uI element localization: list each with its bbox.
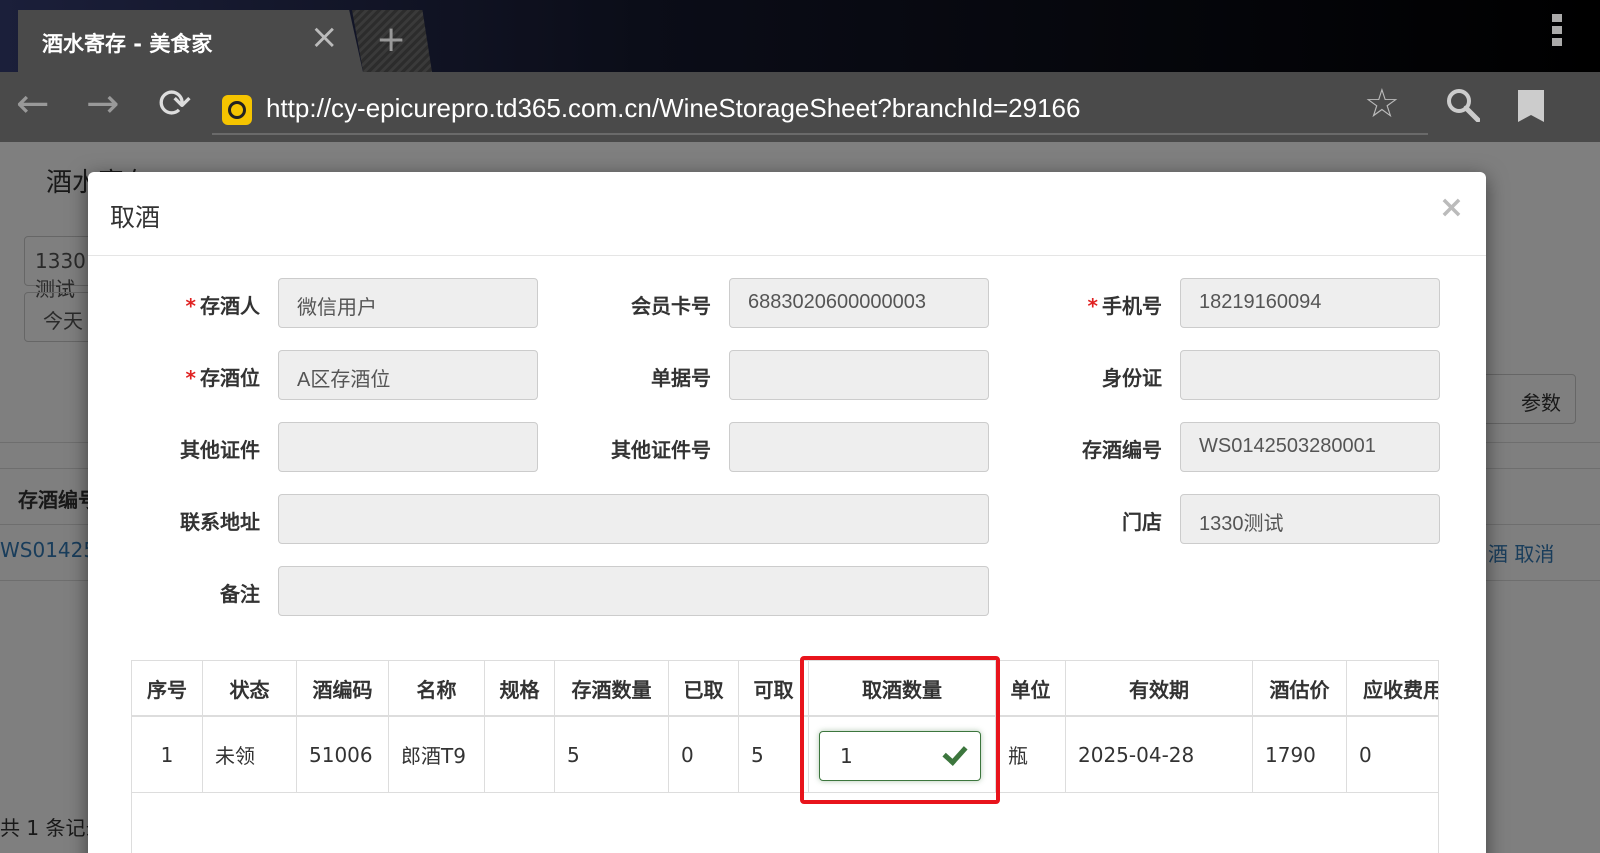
browser-tab-strip: 酒水寄存 - 美食家 × + (0, 0, 1600, 72)
table-header: 名称 (389, 661, 485, 715)
cell-stored: 5 (555, 717, 669, 792)
location-label: * 存酒位 (185, 366, 260, 390)
address-bar: ← → ⟳ http://cy-epicurepro.td365.com.cn/… (0, 72, 1600, 142)
table-header: 已取 (669, 661, 739, 715)
star-icon[interactable]: ☆ (1364, 84, 1400, 124)
other-id-no-label: 其他证件号 (611, 438, 711, 462)
cell-unit: 瓶 (996, 717, 1066, 792)
table-header: 规格 (485, 661, 555, 715)
table-header: 状态 (203, 661, 297, 715)
table-header: 酒编码 (297, 661, 389, 715)
modal-header: 取酒 × (88, 172, 1486, 256)
other-id-no-field[interactable] (729, 422, 989, 472)
address-field[interactable] (278, 494, 989, 544)
store-field[interactable]: 1330测试 (1180, 494, 1440, 544)
search-icon[interactable] (1446, 88, 1480, 122)
url-text: http://cy-epicurepro.td365.com.cn/WineSt… (266, 93, 1081, 123)
highlight-box (800, 656, 1000, 804)
wine-items-table: 序号 状态 酒编码 名称 规格 存酒数量 已取 可取 取酒数量 单位 有效期 酒… (131, 660, 1439, 853)
phone-label: * 手机号 (1087, 294, 1162, 318)
phone-field[interactable]: 18219160094 (1180, 278, 1440, 328)
member-card-field[interactable]: 6883020600000003 (729, 278, 989, 328)
new-tab-button[interactable]: + (352, 10, 432, 72)
storage-no-label: 存酒编号 (1082, 438, 1162, 462)
tab-close-icon[interactable]: × (310, 20, 339, 54)
cell-taken: 0 (669, 717, 739, 792)
cell-fee: 0 (1347, 717, 1438, 792)
cell-name: 郎酒T9 (389, 717, 485, 792)
table-header: 存酒数量 (555, 661, 669, 715)
modal-title: 取酒 (110, 203, 161, 232)
url-field[interactable]: http://cy-epicurepro.td365.com.cn/WineSt… (212, 85, 1428, 135)
location-field[interactable]: A区存酒位 (278, 350, 538, 400)
site-favicon-icon (222, 95, 252, 125)
plus-icon: + (376, 19, 407, 60)
doc-no-label: 单据号 (651, 366, 711, 390)
cell-available: 5 (739, 717, 809, 792)
id-card-field[interactable] (1180, 350, 1440, 400)
address-label: 联系地址 (180, 510, 260, 534)
cell-spec (485, 717, 555, 792)
forward-arrow-icon[interactable]: → (86, 84, 120, 124)
other-id-label: 其他证件 (180, 438, 260, 462)
table-header: 单位 (996, 661, 1066, 715)
cell-status: 未领 (203, 717, 297, 792)
cell-no: 1 (132, 717, 203, 792)
table-header-row: 序号 状态 酒编码 名称 规格 存酒数量 已取 可取 取酒数量 单位 有效期 酒… (132, 661, 1438, 717)
overflow-menu-icon[interactable] (1552, 14, 1564, 50)
bookmark-icon[interactable] (1518, 90, 1544, 122)
back-arrow-icon[interactable]: ← (16, 84, 50, 124)
table-header: 序号 (132, 661, 203, 715)
cell-expiry: 2025-04-28 (1066, 717, 1253, 792)
remark-label: 备注 (220, 582, 260, 606)
reload-icon[interactable]: ⟳ (158, 84, 192, 124)
depositor-label: * 存酒人 (185, 294, 260, 318)
close-icon[interactable]: × (1439, 190, 1464, 225)
remark-field[interactable] (278, 566, 989, 616)
member-card-label: 会员卡号 (631, 294, 711, 318)
cell-code: 51006 (297, 717, 389, 792)
cell-price: 1790 (1253, 717, 1347, 792)
table-header: 应收费用 (1347, 661, 1438, 715)
depositor-field[interactable]: 微信用户 (278, 278, 538, 328)
doc-no-field[interactable] (729, 350, 989, 400)
table-header: 酒估价 (1253, 661, 1347, 715)
id-card-label: 身份证 (1102, 366, 1162, 390)
take-wine-modal: 取酒 × * 存酒人 微信用户 会员卡号 6883020600000003 * 手机… (88, 172, 1486, 853)
storage-no-field[interactable]: WS0142503280001 (1180, 422, 1440, 472)
store-label: 门店 (1122, 510, 1162, 534)
tab-title: 酒水寄存 - 美食家 (42, 32, 213, 56)
other-id-field[interactable] (278, 422, 538, 472)
table-row: 1 未领 51006 郎酒T9 5 0 5 1 瓶 2025-04-28 179… (132, 717, 1438, 793)
table-header: 可取 (739, 661, 809, 715)
table-header: 有效期 (1066, 661, 1253, 715)
